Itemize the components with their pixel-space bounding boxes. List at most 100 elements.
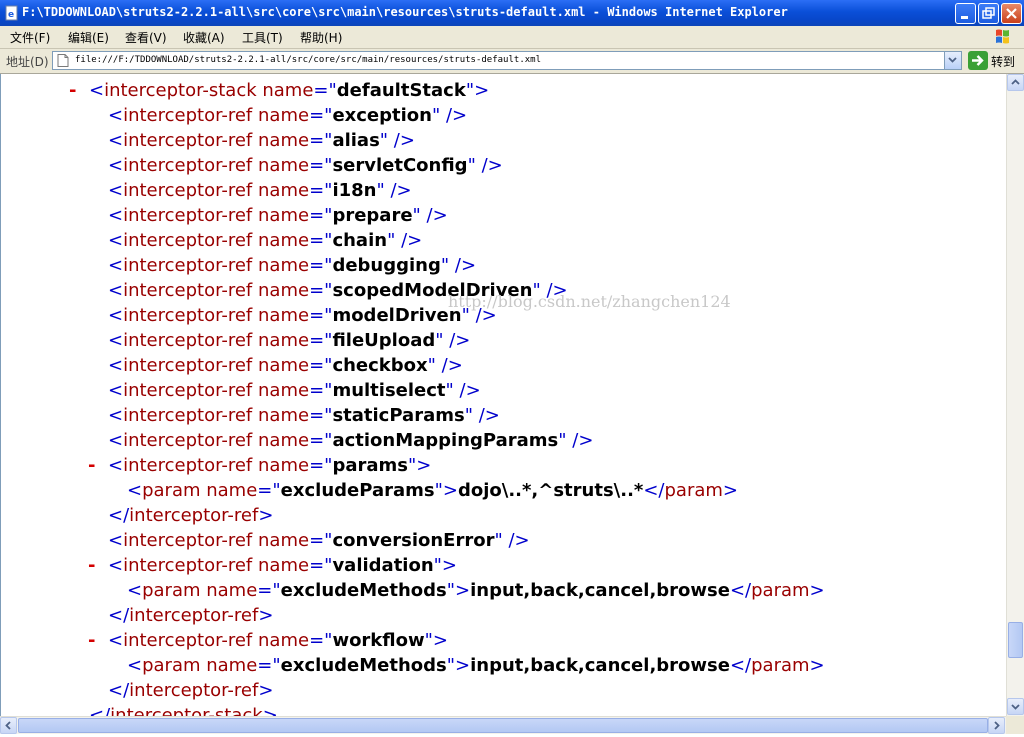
- address-input[interactable]: file:///F:/TDDOWNLOAD/struts2-2.2.1-all/…: [52, 51, 962, 70]
- xml-tag-name: interceptor-ref: [123, 230, 253, 251]
- chevron-left-icon: [5, 721, 11, 730]
- xml-line: <interceptor-ref name="workflow">: [108, 628, 448, 653]
- xml-attr-value: i18n: [332, 180, 377, 201]
- xml-attr-value: excludeMethods: [280, 655, 447, 676]
- xml-tag-name: param: [142, 580, 201, 601]
- xml-tag-name: param: [751, 655, 810, 676]
- xml-tag-name: interceptor-ref: [123, 130, 253, 151]
- vertical-scrollbar[interactable]: [1006, 74, 1024, 716]
- scroll-down-button[interactable]: [1007, 698, 1024, 715]
- scroll-right-button[interactable]: [988, 717, 1005, 734]
- xml-punct: <: [108, 105, 124, 126]
- xml-punct: <: [108, 555, 124, 576]
- xml-attr-name: name: [252, 530, 310, 551]
- xml-attr-value: exception: [332, 105, 432, 126]
- minimize-button[interactable]: [955, 3, 976, 24]
- xml-line: <interceptor-stack name="defaultStack">: [89, 78, 489, 103]
- xml-attr-value: prepare: [332, 205, 413, 226]
- menu-favorites[interactable]: 收藏(A): [183, 29, 225, 46]
- xml-tag-name: interceptor-ref: [123, 305, 253, 326]
- collapse-toggle[interactable]: -: [88, 628, 95, 653]
- menu-view[interactable]: 查看(V): [125, 29, 167, 46]
- collapse-toggle[interactable]: -: [88, 553, 95, 578]
- svg-text:e: e: [8, 10, 14, 20]
- xml-punct: =": [309, 530, 333, 551]
- xml-line: </interceptor-stack>: [89, 703, 278, 716]
- xml-line: <interceptor-ref name="validation">: [108, 553, 457, 578]
- chevron-down-icon: [1011, 704, 1020, 710]
- go-label[interactable]: 转到: [991, 53, 1015, 70]
- maximize-button[interactable]: [978, 3, 999, 24]
- xml-punct: =": [309, 105, 333, 126]
- chevron-down-icon: [948, 57, 957, 63]
- vertical-scroll-thumb[interactable]: [1008, 622, 1023, 658]
- xml-punct: >: [722, 480, 739, 501]
- arrow-right-icon: [972, 55, 984, 66]
- xml-attr-name: name: [200, 655, 258, 676]
- xml-punct: >: [262, 705, 278, 716]
- xml-punct: </: [108, 680, 130, 701]
- address-dropdown-button[interactable]: [944, 52, 961, 69]
- xml-punct: =": [257, 580, 281, 601]
- xml-attr-value: params: [332, 455, 408, 476]
- xml-punct: =": [309, 430, 333, 451]
- menu-edit[interactable]: 编辑(E): [68, 29, 109, 46]
- xml-tag-name: interceptor-ref: [123, 380, 253, 401]
- scroll-left-button[interactable]: [0, 717, 17, 734]
- xml-attr-value: defaultStack: [336, 80, 466, 101]
- xml-line: <interceptor-ref name="servletConfig" />: [108, 153, 503, 178]
- xml-punct: " />: [435, 330, 471, 351]
- xml-tag-name: param: [142, 480, 201, 501]
- xml-punct: <: [108, 230, 124, 251]
- xml-tag-name: interceptor-stack: [104, 80, 257, 101]
- xml-punct: <: [108, 430, 124, 451]
- windows-flag-icon: [988, 26, 1018, 48]
- xml-punct: " />: [467, 155, 503, 176]
- xml-tag-name: interceptor-ref: [129, 680, 259, 701]
- horizontal-scrollbar[interactable]: [0, 716, 1006, 734]
- menu-file[interactable]: 文件(F): [10, 29, 50, 46]
- xml-attr-value: servletConfig: [332, 155, 468, 176]
- xml-punct: </: [729, 655, 752, 676]
- xml-attr-name: name: [252, 555, 310, 576]
- collapse-toggle[interactable]: -: [88, 453, 95, 478]
- xml-attr-name: name: [200, 480, 258, 501]
- collapse-toggle[interactable]: -: [69, 78, 76, 103]
- xml-line: <interceptor-ref name="alias" />: [108, 128, 415, 153]
- page-icon: [57, 54, 69, 67]
- xml-attr-name: name: [252, 405, 310, 426]
- menu-help[interactable]: 帮助(H): [300, 29, 342, 46]
- go-button[interactable]: [968, 51, 988, 70]
- xml-attr-name: name: [252, 305, 310, 326]
- xml-attr-name: name: [252, 380, 310, 401]
- xml-punct: =": [309, 405, 333, 426]
- close-button[interactable]: [1001, 3, 1022, 24]
- xml-line: <interceptor-ref name="debugging" />: [108, 253, 476, 278]
- xml-tag-name: param: [142, 655, 201, 676]
- close-icon: [1006, 8, 1017, 19]
- xml-tag-name: interceptor-ref: [123, 355, 253, 376]
- xml-document-view: - <interceptor-stack name="defaultStack">…: [0, 74, 1006, 716]
- scroll-up-button[interactable]: [1007, 74, 1024, 91]
- minimize-icon: [961, 16, 968, 19]
- xml-punct: <: [108, 305, 124, 326]
- xml-punct: ">: [434, 480, 458, 501]
- xml-tag-name: interceptor-ref: [123, 255, 253, 276]
- xml-punct: <: [108, 380, 124, 401]
- menu-tools[interactable]: 工具(T): [242, 29, 283, 46]
- horizontal-scroll-thumb[interactable]: [18, 718, 988, 733]
- xml-attr-name: name: [252, 430, 310, 451]
- address-url: file:///F:/TDDOWNLOAD/struts2-2.2.1-all/…: [75, 55, 541, 65]
- xml-punct: <: [108, 355, 124, 376]
- xml-tag-name: interceptor-ref: [123, 455, 253, 476]
- title-bar[interactable]: e F:\TDDOWNLOAD\struts2-2.2.1-all\src\co…: [0, 0, 1024, 26]
- xml-attr-value: validation: [332, 555, 434, 576]
- xml-attr-name: name: [252, 105, 310, 126]
- xml-punct: =": [309, 255, 333, 276]
- xml-punct: ">: [465, 80, 490, 101]
- xml-punct: <: [108, 330, 124, 351]
- window-title: F:\TDDOWNLOAD\struts2-2.2.1-all\src\core…: [22, 5, 788, 19]
- xml-tag-name: interceptor-ref: [123, 630, 253, 651]
- xml-punct: =": [309, 230, 333, 251]
- xml-tag-name: interceptor-ref: [123, 280, 253, 301]
